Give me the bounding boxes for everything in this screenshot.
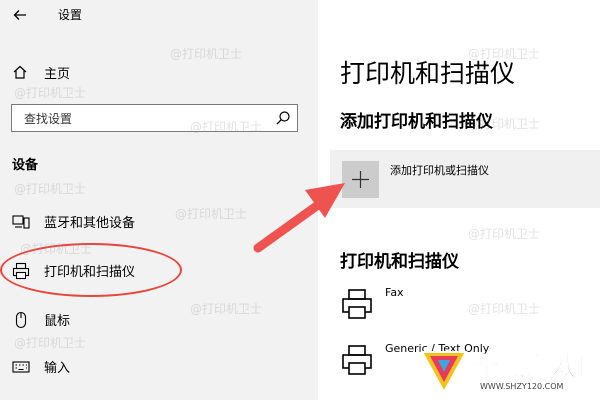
sidebar-item-label: 输入 bbox=[44, 361, 71, 376]
sidebar-item-bluetooth[interactable]: 蓝牙和其他设备 bbox=[0, 207, 318, 237]
logo-text: 圣战游戏网 bbox=[473, 352, 600, 383]
watermark-text: @打印机卫士 bbox=[14, 182, 87, 196]
plus-tile bbox=[342, 161, 379, 198]
add-printer-button[interactable]: 添加打印机或扫描仪 bbox=[330, 150, 600, 208]
printer-icon bbox=[342, 345, 372, 375]
device-item-fax[interactable]: Fax bbox=[340, 283, 600, 327]
device-name: Fax bbox=[385, 286, 404, 299]
logo-badge-icon bbox=[420, 351, 468, 395]
window-title: 设置 bbox=[58, 8, 83, 22]
add-section-heading: 添加打印机和扫描仪 bbox=[340, 112, 493, 132]
back-arrow-icon[interactable] bbox=[12, 7, 28, 23]
highlight-circle-annotation bbox=[0, 243, 182, 297]
watermark-text: @打印机卫士 bbox=[14, 336, 87, 350]
printer-icon bbox=[342, 289, 372, 319]
mouse-icon bbox=[15, 311, 27, 329]
sidebar-item-home[interactable]: 主页 bbox=[0, 58, 318, 88]
logo-url: WWW.SHZY120.COM bbox=[480, 382, 564, 391]
search-placeholder: 查找设置 bbox=[24, 112, 73, 126]
plus-icon bbox=[352, 171, 369, 188]
sidebar-item-mouse[interactable]: 鼠标 bbox=[0, 305, 318, 335]
site-logo: 圣战游戏网 WWW.SHZY120.COM bbox=[418, 340, 600, 400]
sidebar-item-label: 主页 bbox=[44, 67, 71, 82]
search-input[interactable]: 查找设置 bbox=[11, 104, 298, 132]
sidebar-item-input[interactable]: 输入 bbox=[0, 352, 318, 382]
sidebar-item-label: 蓝牙和其他设备 bbox=[44, 216, 136, 231]
section-label-devices: 设备 bbox=[12, 158, 39, 173]
keyboard-icon bbox=[12, 361, 30, 373]
bluetooth-devices-icon bbox=[12, 215, 30, 229]
page-title: 打印机和扫描仪 bbox=[340, 59, 516, 88]
sidebar-item-label: 鼠标 bbox=[44, 314, 71, 329]
home-icon bbox=[13, 65, 27, 79]
title-bar: 设置 bbox=[0, 0, 318, 30]
watermark-text: @打印机卫士 bbox=[468, 227, 541, 241]
add-printer-label: 添加打印机或扫描仪 bbox=[390, 164, 489, 177]
devices-list-heading: 打印机和扫描仪 bbox=[340, 252, 459, 272]
sidebar: 设置 主页 查找设置 设备 蓝牙和其他设备 打印机和扫描仪 鼠标 输入 @打印机… bbox=[0, 0, 318, 400]
search-icon[interactable] bbox=[275, 110, 291, 126]
